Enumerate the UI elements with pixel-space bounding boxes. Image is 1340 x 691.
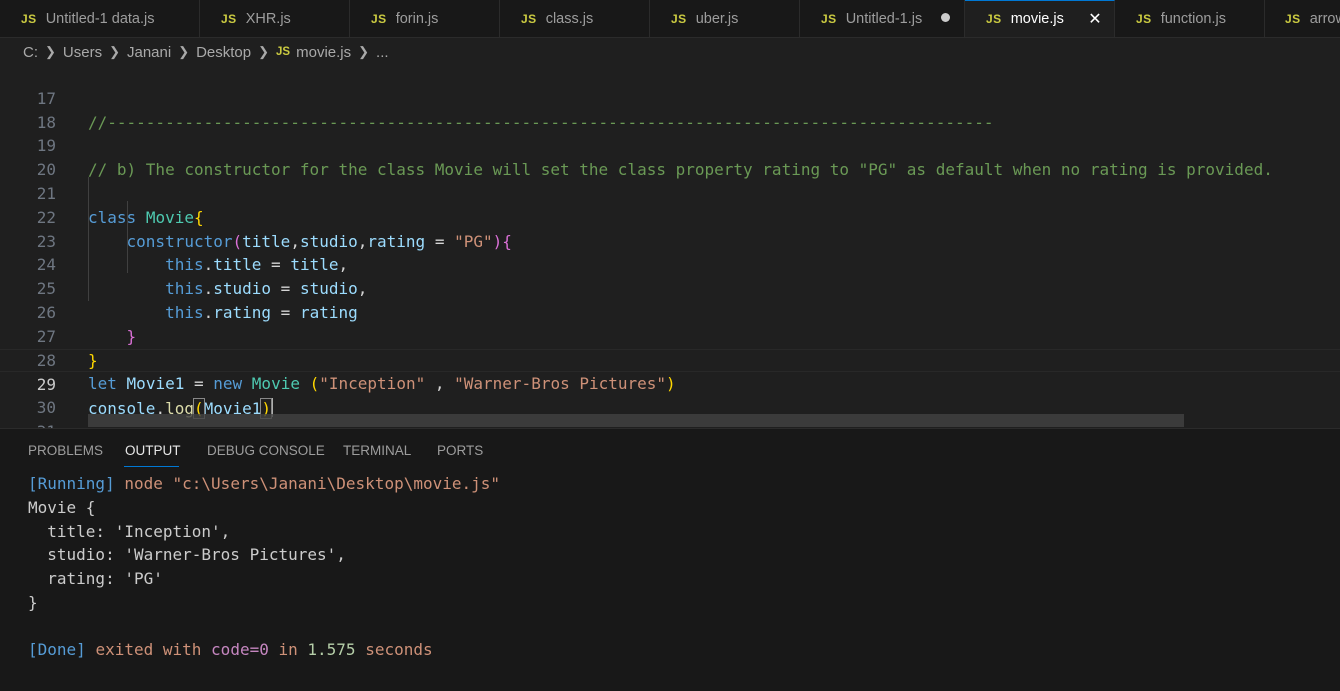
tab-label: forin.js <box>395 10 439 27</box>
breadcrumb-janani[interactable]: Janani <box>127 44 171 61</box>
chevron-right-icon: ❯ <box>258 44 270 59</box>
bottom-panel: PROBLEMS OUTPUT DEBUG CONSOLE TERMINAL P… <box>0 428 1340 691</box>
breadcrumb-drive[interactable]: C: <box>23 44 38 61</box>
output-path: "c:\Users\Janani\Desktop\movie.js" <box>172 474 501 493</box>
js-file-icon: JS <box>521 11 537 26</box>
unsaved-dot-icon[interactable] <box>941 13 950 22</box>
output-value: 'Warner-Bros Pictures', <box>124 545 346 564</box>
breadcrumb-users[interactable]: Users <box>63 44 102 61</box>
tab-movie-js[interactable]: JS movie.js ✕ <box>965 0 1115 37</box>
output-value: 'PG' <box>124 569 163 588</box>
output-line: [Running] node "c:\Users\Janani\Desktop\… <box>28 472 500 496</box>
tab-problems[interactable]: PROBLEMS <box>28 443 103 458</box>
js-file-icon: JS <box>1136 11 1152 26</box>
breadcrumb: C: ❯ Users ❯ Janani ❯ Desktop ❯ JS movie… <box>0 38 1340 66</box>
code-editor[interactable]: 17 //-----------------------------------… <box>0 66 1340 428</box>
tab-label: uber.js <box>695 10 739 27</box>
code-line[interactable]: 19 // b) The constructor for the class M… <box>0 111 1340 179</box>
breadcrumb-more[interactable]: ... <box>376 44 389 61</box>
js-file-icon: JS <box>21 11 37 26</box>
code-line[interactable]: 24 this.studio = studio, <box>0 230 1340 298</box>
breadcrumb-desktop[interactable]: Desktop <box>196 44 251 61</box>
tab-terminal[interactable]: TERMINAL <box>343 443 411 458</box>
output-key: rating: <box>47 569 115 588</box>
output-line: studio: 'Warner-Bros Pictures', <box>28 543 346 567</box>
code-line[interactable]: 17 //-----------------------------------… <box>0 66 1340 132</box>
output-value: 'Inception', <box>114 522 231 541</box>
duration-value: 1.575 <box>307 640 356 659</box>
tab-untitled-1-js[interactable]: JS Untitled-1.js <box>800 0 965 37</box>
tab-uber-js[interactable]: JS uber.js <box>650 0 800 37</box>
code-line[interactable]: 23 this.title = title, <box>0 206 1340 275</box>
js-file-icon: JS <box>276 46 291 58</box>
code-line[interactable]: 28 let Movie1 = new Movie ("Inception" ,… <box>0 325 1340 394</box>
js-file-icon: JS <box>371 11 387 26</box>
editor-tab-bar: JS Untitled-1 data.js JS XHR.js JS forin… <box>0 0 1340 38</box>
code-line-current[interactable]: 29 console.log(Movie1) <box>0 348 1340 420</box>
output-text: node <box>124 474 163 493</box>
active-tab-indicator <box>124 466 179 467</box>
chevron-right-icon: ❯ <box>358 44 370 59</box>
code-line[interactable]: 21 class Movie{ <box>0 158 1340 227</box>
tab-debug-console[interactable]: DEBUG CONSOLE <box>207 443 325 458</box>
code-line[interactable]: 26 } <box>0 277 1340 346</box>
code-line[interactable]: 22 constructor(title,studio,rating = "PG… <box>0 182 1340 251</box>
output-text: exited with <box>95 640 202 659</box>
tab-ports[interactable]: PORTS <box>437 443 483 458</box>
running-tag: [Running] <box>28 474 115 493</box>
done-tag: [Done] <box>28 640 86 659</box>
output-key: title: <box>47 522 106 541</box>
tab-label: function.js <box>1160 10 1226 27</box>
chevron-right-icon: ❯ <box>45 44 56 59</box>
js-file-icon: JS <box>221 11 237 26</box>
tab-label: XHR.js <box>245 10 291 27</box>
js-file-icon: JS <box>1285 11 1301 26</box>
tab-label: class.js <box>545 10 594 27</box>
output-line: } <box>28 593 38 612</box>
js-file-icon: JS <box>671 11 687 26</box>
tab-label: Untitled-1 data.js <box>45 10 155 27</box>
chevron-right-icon: ❯ <box>109 44 120 59</box>
breadcrumb-file[interactable]: movie.js <box>296 44 351 61</box>
output-line: Movie { <box>28 498 96 517</box>
tab-xhr-js[interactable]: JS XHR.js <box>200 0 350 37</box>
tab-label: Untitled-1.js <box>845 10 923 27</box>
chevron-right-icon: ❯ <box>178 44 190 59</box>
tab-label: arrow <box>1309 10 1340 27</box>
tab-arrow[interactable]: JS arrow <box>1265 0 1340 37</box>
output-text: seconds <box>365 640 433 659</box>
output-line: rating: 'PG' <box>28 567 163 591</box>
output-line: [Done] exited with code=0 in 1.575 secon… <box>28 638 433 662</box>
output-line: title: 'Inception', <box>28 520 230 544</box>
panel-tabs: PROBLEMS OUTPUT DEBUG CONSOLE TERMINAL P… <box>0 429 1340 469</box>
js-file-icon: JS <box>986 12 1002 26</box>
tab-output[interactable]: OUTPUT <box>125 443 181 458</box>
exit-code: code=0 <box>211 640 269 659</box>
code-line[interactable]: 30 <box>0 372 1340 417</box>
code-line[interactable]: 25 this.rating = rating <box>0 253 1340 322</box>
tab-function-js[interactable]: JS function.js <box>1115 0 1265 37</box>
tab-label: movie.js <box>1010 11 1064 27</box>
code-line[interactable]: 18 <box>0 87 1340 132</box>
output-text: in <box>278 640 298 659</box>
code-line[interactable]: 20 <box>0 134 1340 179</box>
js-file-icon: JS <box>821 11 837 26</box>
close-icon[interactable]: ✕ <box>1085 9 1105 29</box>
tab-class-js[interactable]: JS class.js <box>500 0 650 37</box>
code-line[interactable]: 27 } <box>0 301 1340 370</box>
tab-untitled-1-data-js[interactable]: JS Untitled-1 data.js <box>0 0 200 37</box>
tab-forin-js[interactable]: JS forin.js <box>350 0 500 37</box>
output-key: studio: <box>47 545 115 564</box>
horizontal-scrollbar[interactable] <box>88 414 1184 427</box>
